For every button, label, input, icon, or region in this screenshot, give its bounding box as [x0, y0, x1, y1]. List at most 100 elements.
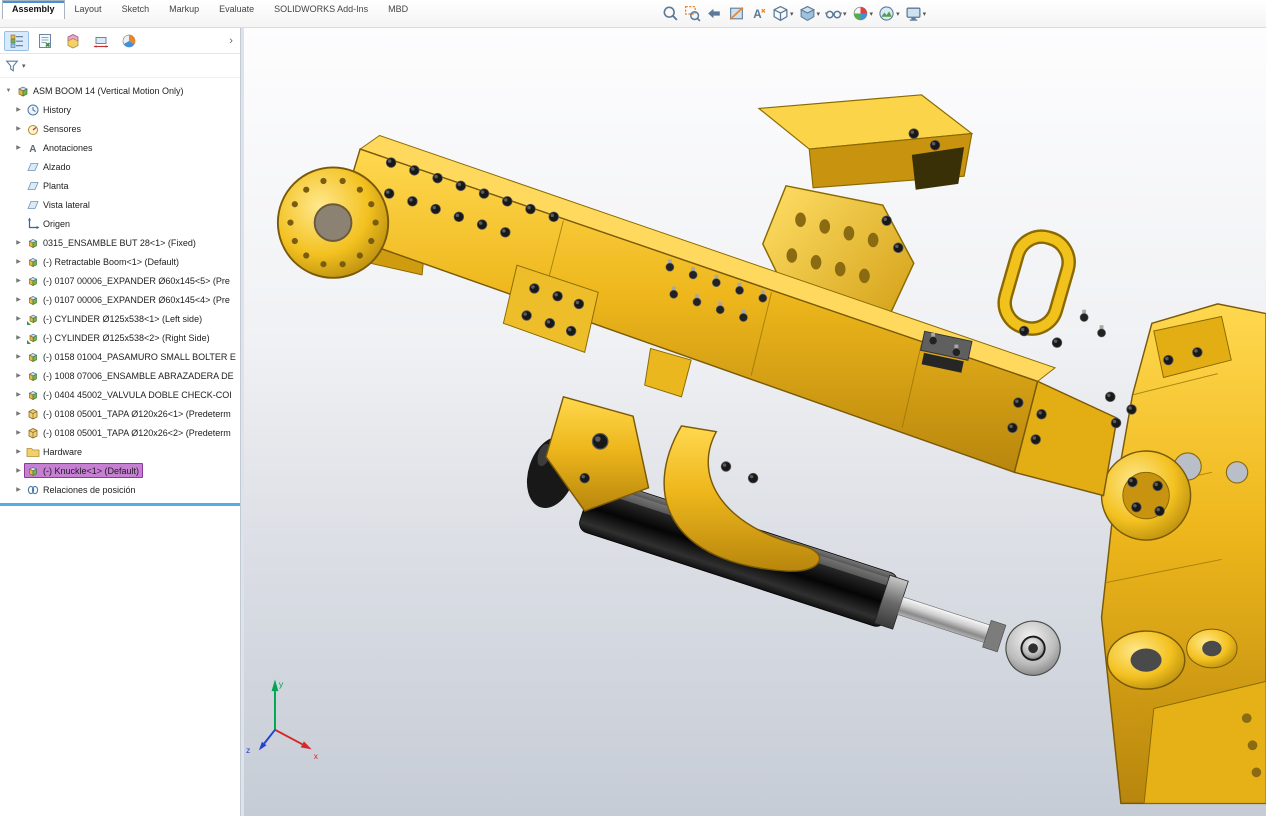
assembly-icon [26, 274, 40, 288]
tree-item-label: Anotaciones [43, 143, 93, 153]
tree-item-label: (-) 0107 00006_EXPANDER Ø60x145<5> (Pre [43, 276, 230, 286]
tree-item[interactable]: Origen [0, 214, 240, 233]
tree-item-label: 0315_ENSAMBLE BUT 28<1> (Fixed) [43, 238, 196, 248]
tree-item[interactable]: ▶Hardware [0, 442, 240, 461]
tree-item[interactable]: ▶(-) 1008 07006_ENSAMBLE ABRAZADERA DE [0, 366, 240, 385]
section-view-button[interactable] [726, 3, 747, 24]
tree-item[interactable]: ▶(-) 0107 00006_EXPANDER Ø60x145<4> (Pre [0, 290, 240, 309]
displaymanager-tab[interactable] [116, 31, 141, 51]
featuremanager-tab[interactable] [4, 31, 29, 51]
tree-item[interactable]: ▶(-) 0108 05001_TAPA Ø120x26<1> (Predete… [0, 404, 240, 423]
zoom-area-button[interactable] [682, 3, 703, 24]
expand-arrow-icon[interactable]: ▶ [13, 315, 24, 322]
display-style-button[interactable]: ▾ [797, 3, 823, 24]
tree-item[interactable]: ▶(-) CYLINDER Ø125x538<1> (Left side) [0, 309, 240, 328]
panel-flyout-chevron[interactable]: › [226, 35, 236, 47]
view-orientation-button[interactable]: ▾ [770, 3, 796, 24]
tree-item[interactable]: ▶ 0315_ENSAMBLE BUT 28<1> (Fixed) [0, 233, 240, 252]
tree-item[interactable]: ▶AAnotaciones [0, 138, 240, 157]
zoom-fit-icon [662, 5, 679, 22]
filter-input[interactable] [28, 58, 235, 74]
expand-arrow-icon[interactable]: ▶ [13, 258, 24, 265]
dropdown-caret-icon[interactable]: ▾ [923, 10, 927, 18]
expand-arrow-icon[interactable]: ▶ [13, 353, 24, 360]
tree-item[interactable]: ▶(-) 0404 45002_VALVULA DOBLE CHECK-COI [0, 385, 240, 404]
viewport-canvas[interactable]: x y z [244, 28, 1266, 816]
dropdown-caret-icon[interactable]: ▾ [790, 10, 794, 18]
expand-arrow-icon[interactable]: ▶ [13, 410, 24, 417]
displaymanager-tab-icon [121, 33, 137, 49]
command-tab-assembly[interactable]: Assembly [2, 0, 65, 19]
apply-scene-button[interactable]: ▾ [876, 3, 902, 24]
tree-item[interactable]: ▶Sensores [0, 119, 240, 138]
top-toolbar-bar: AssemblyLayoutSketchMarkupEvaluateSOLIDW… [0, 0, 1266, 28]
origin-icon [26, 217, 40, 231]
tree-item-content: Relaciones de posición [24, 482, 140, 497]
expand-arrow-icon[interactable]: ▶ [13, 429, 24, 436]
command-tabs: AssemblyLayoutSketchMarkupEvaluateSOLIDW… [0, 0, 1266, 19]
filter-row: ▾ [0, 54, 240, 78]
tree-item[interactable]: ▶Relaciones de posición [0, 480, 240, 499]
expand-arrow-icon[interactable]: ▶ [13, 486, 24, 493]
assembly-external-icon [26, 331, 40, 345]
tree-item[interactable]: ▼ASM BOOM 14 (Vertical Motion Only) [0, 81, 240, 100]
expand-arrow-icon[interactable]: ▶ [13, 334, 24, 341]
edit-appearance-button[interactable]: ▾ [850, 3, 876, 24]
expand-arrow-icon[interactable]: ▶ [13, 239, 24, 246]
dropdown-caret-icon[interactable]: ▾ [896, 10, 900, 18]
tree-item[interactable]: ▶History [0, 100, 240, 119]
expand-arrow-icon[interactable]: ▶ [13, 106, 24, 113]
tree-item-label: (-) Retractable Boom<1> (Default) [43, 257, 179, 267]
tree-item-content: (-) 0158 01004_PASAMURO SMALL BOLTER E [24, 349, 240, 364]
tree-item[interactable]: Alzado [0, 157, 240, 176]
hide-show-items-button[interactable]: ▾ [823, 3, 849, 24]
propertymanager-tab[interactable] [32, 31, 57, 51]
tree-item-label: Planta [43, 181, 69, 191]
previous-view-button[interactable] [704, 3, 725, 24]
expand-arrow-icon[interactable]: ▶ [13, 467, 24, 474]
tree-item[interactable]: ▶(-) Knuckle<1> (Default) [0, 461, 240, 480]
expand-arrow-icon[interactable]: ▶ [13, 144, 24, 151]
tree-item[interactable]: ▶(-) CYLINDER Ø125x538<2> (Right Side) [0, 328, 240, 347]
command-tab-solidworks-add-ins[interactable]: SOLIDWORKS Add-Ins [264, 0, 378, 19]
command-tab-markup[interactable]: Markup [159, 0, 209, 19]
manager-tabs [4, 31, 226, 51]
expand-arrow-icon[interactable]: ▶ [13, 277, 24, 284]
command-tab-evaluate[interactable]: Evaluate [209, 0, 264, 19]
tree-item-content: (-) CYLINDER Ø125x538<2> (Right Side) [24, 330, 214, 345]
mount-bracket-model [1101, 304, 1266, 803]
dropdown-caret-icon[interactable]: ▾ [817, 10, 821, 18]
zoom-fit-button[interactable] [660, 3, 681, 24]
view-settings-button[interactable]: ▾ [903, 3, 929, 24]
command-tab-layout[interactable]: Layout [65, 0, 112, 19]
expand-arrow-icon[interactable]: ▶ [13, 391, 24, 398]
dimxpertmanager-tab[interactable] [88, 31, 113, 51]
expand-arrow-icon[interactable]: ▶ [13, 448, 24, 455]
tree-item-label: Vista lateral [43, 200, 90, 210]
tree-item[interactable]: ▶ (-) 0107 00006_EXPANDER Ø60x145<5> (Pre [0, 271, 240, 290]
expand-arrow-icon[interactable]: ▼ [3, 88, 14, 94]
dynamic-annotation-views-button[interactable]: A [748, 3, 769, 24]
zoom-area-icon [684, 5, 701, 22]
dropdown-caret-icon[interactable]: ▾ [843, 10, 847, 18]
manager-tab-strip: › [0, 28, 240, 54]
configurationmanager-tab[interactable] [60, 31, 85, 51]
expand-arrow-icon[interactable]: ▶ [13, 125, 24, 132]
filter-dropdown-caret[interactable]: ▾ [22, 62, 26, 70]
feature-panel: › ▾ ▼ASM BOOM 14 (Vertical Motion Only)▶… [0, 28, 241, 816]
tree-item[interactable]: Planta [0, 176, 240, 195]
tree-item[interactable]: ▶(-) 0158 01004_PASAMURO SMALL BOLTER E [0, 347, 240, 366]
tree-item-content: Hardware [24, 444, 86, 459]
filter-funnel-icon[interactable] [5, 59, 19, 73]
command-tab-mbd[interactable]: MBD [378, 0, 418, 19]
expand-arrow-icon[interactable]: ▶ [13, 296, 24, 303]
tree-item[interactable]: Vista lateral [0, 195, 240, 214]
command-tab-sketch[interactable]: Sketch [112, 0, 160, 19]
dropdown-caret-icon[interactable]: ▾ [870, 10, 874, 18]
expand-arrow-icon[interactable]: ▶ [13, 372, 24, 379]
tree-item-content: History [24, 102, 75, 117]
tree-item[interactable]: ▶(-) 0108 05001_TAPA Ø120x26<2> (Predete… [0, 423, 240, 442]
tree-item[interactable]: ▶ (-) Retractable Boom<1> (Default) [0, 252, 240, 271]
tree-item-content: ASM BOOM 14 (Vertical Motion Only) [14, 83, 188, 98]
triad-x-label: x [314, 751, 319, 761]
